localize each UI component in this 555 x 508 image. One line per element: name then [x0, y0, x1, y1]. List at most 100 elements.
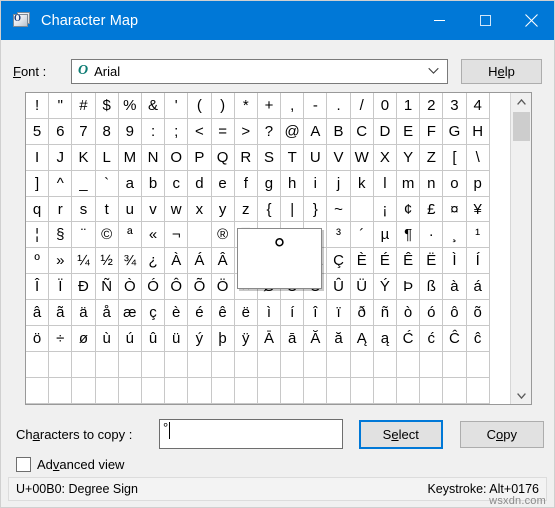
character-cell[interactable]: y — [211, 196, 235, 223]
character-cell[interactable] — [466, 351, 490, 378]
character-cell[interactable] — [420, 351, 444, 378]
character-cell[interactable]: ­ — [188, 222, 212, 249]
font-combobox[interactable]: O Arial — [71, 58, 448, 84]
character-cell[interactable]: æ — [118, 300, 142, 327]
character-cell[interactable]: Î — [26, 274, 50, 301]
character-cell[interactable]: = — [211, 118, 235, 145]
character-cell[interactable]: É — [373, 248, 397, 275]
character-cell[interactable] — [281, 377, 305, 404]
character-cell[interactable]: ` — [95, 170, 119, 197]
select-button[interactable]: Se lect — [358, 419, 443, 449]
character-cell[interactable]: x — [188, 196, 212, 223]
character-cell[interactable]: v — [141, 196, 166, 223]
character-cell[interactable]: # — [72, 93, 96, 119]
character-cell[interactable]: r — [49, 196, 73, 223]
character-cell[interactable]: T — [281, 144, 305, 171]
character-cell[interactable] — [257, 351, 282, 378]
character-cell[interactable]: j — [327, 170, 351, 197]
character-cell[interactable]: Ü — [350, 274, 374, 301]
character-cell[interactable]: Ó — [141, 274, 166, 301]
character-cell[interactable]: J — [49, 144, 73, 171]
character-cell[interactable]: Ë — [420, 248, 444, 275]
character-cell[interactable]: I — [26, 144, 50, 171]
character-cell[interactable] — [350, 196, 374, 223]
character-cell[interactable]: í — [281, 300, 305, 327]
character-cell[interactable]: ù — [95, 326, 119, 352]
character-cell[interactable]: @ — [281, 118, 305, 145]
advanced-view-row[interactable]: Advanced view — [16, 457, 124, 472]
character-cell[interactable]: a — [118, 170, 142, 197]
character-cell[interactable]: ý — [188, 326, 212, 352]
character-cell[interactable]: - — [304, 93, 328, 119]
character-cell[interactable]: ô — [443, 300, 467, 327]
character-cell[interactable]: , — [281, 93, 305, 119]
character-cell[interactable]: Ð — [72, 274, 96, 301]
character-cell[interactable]: U — [304, 144, 328, 171]
character-cell[interactable]: ÿ — [234, 326, 258, 352]
character-cell[interactable] — [350, 377, 374, 404]
character-cell[interactable]: s — [72, 196, 96, 223]
character-cell[interactable]: ³ — [327, 222, 351, 249]
character-cell[interactable]: / — [350, 93, 374, 119]
character-cell[interactable]: µ — [373, 222, 397, 249]
character-cell[interactable] — [188, 351, 212, 378]
character-cell[interactable]: · — [420, 222, 444, 249]
scroll-down-button[interactable] — [511, 387, 531, 404]
character-cell[interactable]: º — [26, 248, 50, 275]
character-cell[interactable]: G — [443, 118, 467, 145]
character-cell[interactable]: e — [211, 170, 235, 197]
character-cell[interactable] — [304, 351, 328, 378]
character-cell[interactable] — [234, 351, 258, 378]
character-cell[interactable]: ¡ — [373, 196, 397, 223]
character-cell[interactable]: » — [49, 248, 73, 275]
character-cell[interactable] — [373, 351, 397, 378]
character-cell[interactable]: ) — [211, 93, 235, 119]
character-cell[interactable]: m — [397, 170, 421, 197]
character-cell[interactable]: t — [95, 196, 119, 223]
character-cell[interactable]: [ — [443, 144, 467, 171]
scroll-up-button[interactable] — [511, 93, 531, 110]
character-cell[interactable]: f — [234, 170, 258, 197]
character-cell[interactable]: 8 — [95, 118, 119, 145]
character-cell[interactable]: Â — [211, 248, 235, 275]
character-cell[interactable]: ü — [165, 326, 189, 352]
character-cell[interactable]: & — [141, 93, 166, 119]
character-cell[interactable]: è — [165, 300, 189, 327]
character-cell[interactable] — [397, 377, 421, 404]
character-cell[interactable]: ^ — [49, 170, 73, 197]
character-cell[interactable]: n — [420, 170, 444, 197]
character-cell[interactable]: Á — [188, 248, 212, 275]
character-cell[interactable]: R — [234, 144, 258, 171]
character-cell[interactable]: Ò — [118, 274, 142, 301]
character-cell[interactable] — [327, 377, 351, 404]
character-cell[interactable]: A — [304, 118, 328, 145]
character-cell[interactable]: é — [188, 300, 212, 327]
character-cell[interactable]: c — [165, 170, 189, 197]
character-cell[interactable] — [304, 377, 328, 404]
character-cell[interactable]: H — [466, 118, 490, 145]
character-cell[interactable]: ¨ — [72, 222, 96, 249]
character-cell[interactable] — [141, 377, 166, 404]
character-cell[interactable]: ¶ — [397, 222, 421, 249]
character-cell[interactable]: N — [141, 144, 166, 171]
character-cell[interactable]: $ — [95, 93, 119, 119]
character-cell[interactable]: 5 — [26, 118, 50, 145]
character-cell[interactable] — [327, 351, 351, 378]
character-cell[interactable] — [443, 377, 467, 404]
character-cell[interactable]: Ñ — [95, 274, 119, 301]
character-cell[interactable]: ¼ — [72, 248, 96, 275]
character-cell[interactable]: Y — [397, 144, 421, 171]
character-cell[interactable]: ½ — [95, 248, 119, 275]
character-cell[interactable]: 4 — [466, 93, 490, 119]
character-cell[interactable]: ¹ — [466, 222, 490, 249]
character-cell[interactable] — [72, 377, 96, 404]
character-cell[interactable] — [420, 377, 444, 404]
character-cell[interactable]: % — [118, 93, 142, 119]
character-cell[interactable]: g — [257, 170, 282, 197]
character-cell[interactable]: ÷ — [49, 326, 73, 352]
characters-to-copy-input[interactable]: ° — [159, 419, 343, 449]
character-cell[interactable]: Õ — [188, 274, 212, 301]
character-cell[interactable]: 7 — [72, 118, 96, 145]
grid-scrollbar[interactable] — [510, 93, 531, 404]
character-cell[interactable] — [211, 377, 235, 404]
